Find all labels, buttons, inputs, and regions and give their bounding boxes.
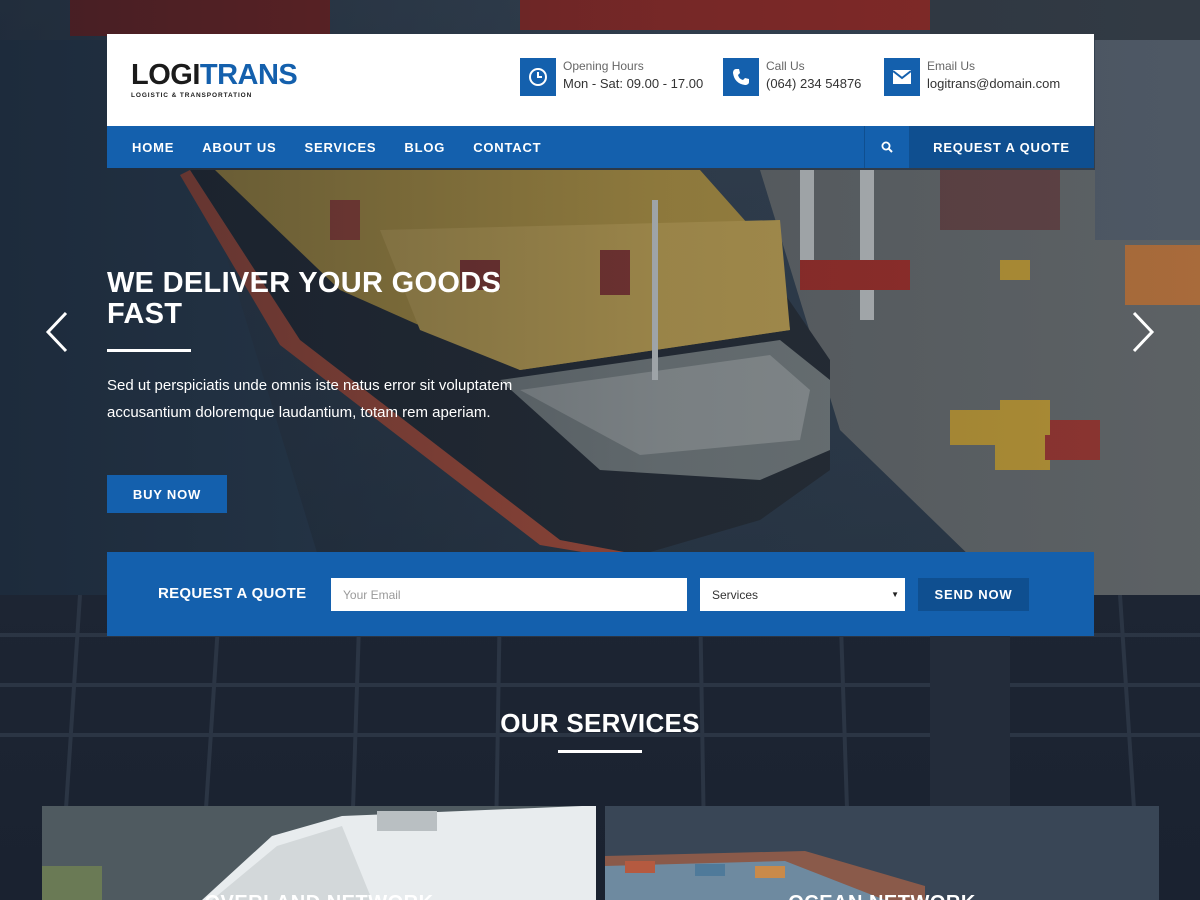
clock-icon <box>520 58 556 96</box>
opening-hours-value: Mon - Sat: 09.00 - 17.00 <box>563 76 704 91</box>
nav-item-about-us[interactable]: ABOUT US <box>202 140 276 155</box>
search-button[interactable] <box>864 126 909 168</box>
phone-icon <box>723 58 759 96</box>
chevron-left-icon <box>45 311 68 353</box>
hero-divider <box>107 349 191 352</box>
service-card-title: OCEAN NETWORK <box>605 892 1159 900</box>
hero-title: WE DELIVER YOUR GOODS FAST <box>107 267 502 330</box>
services-select[interactable]: Services ▼ <box>700 578 905 611</box>
nav-item-home[interactable]: HOME <box>132 140 174 155</box>
logo-text-accent: TRANS <box>199 59 298 91</box>
main-nav: HOME ABOUT US SERVICES BLOG CONTACT REQU… <box>107 126 1094 168</box>
logo[interactable]: LOGITRANS LOGISTIC & TRANSPORTATION <box>131 59 298 99</box>
buy-now-button[interactable]: BUY NOW <box>107 475 227 513</box>
email-value[interactable]: logitrans@domain.com <box>927 74 1060 94</box>
nav-item-contact[interactable]: CONTACT <box>473 140 541 155</box>
service-card-ocean[interactable]: OCEAN NETWORK <box>605 806 1159 900</box>
quote-form-label: REQUEST A QUOTE <box>158 585 307 602</box>
slider-prev-arrow[interactable] <box>42 310 72 354</box>
quote-form: REQUEST A QUOTE Services ▼ SEND NOW <box>107 552 1094 636</box>
slider-next-arrow[interactable] <box>1128 310 1158 354</box>
opening-hours-label: Opening Hours <box>563 59 644 73</box>
opening-hours-info: Opening Hours Mon - Sat: 09.00 - 17.00 <box>520 58 703 96</box>
send-now-button[interactable]: SEND NOW <box>918 578 1029 611</box>
logo-text-primary: LOGI <box>131 59 200 91</box>
services-section-title: OUR SERVICES <box>500 708 700 738</box>
phone-label: Call Us <box>766 59 805 73</box>
email-label: Email Us <box>927 59 976 73</box>
email-field[interactable] <box>331 578 687 611</box>
request-quote-button[interactable]: REQUEST A QUOTE <box>909 126 1094 168</box>
logo-tagline: LOGISTIC & TRANSPORTATION <box>131 92 253 99</box>
caret-down-icon: ▼ <box>891 590 899 599</box>
email-info: Email Us logitrans@domain.com <box>884 58 1060 96</box>
service-card-title: OVERLAND NETWORK <box>42 892 596 900</box>
phone-info: Call Us (064) 234 54876 <box>723 58 861 96</box>
envelope-icon <box>884 58 920 96</box>
nav-item-services[interactable]: SERVICES <box>305 140 377 155</box>
search-icon <box>881 141 893 153</box>
phone-value[interactable]: (064) 234 54876 <box>766 74 861 94</box>
nav-item-blog[interactable]: BLOG <box>404 140 445 155</box>
hero-text: Sed ut perspiciatis unde omnis iste natu… <box>107 377 513 421</box>
service-card-overland[interactable]: OVERLAND NETWORK <box>42 806 596 900</box>
chevron-right-icon <box>1132 311 1155 353</box>
services-select-value: Services <box>712 587 759 602</box>
site-header: LOGITRANS LOGISTIC & TRANSPORTATION Open… <box>107 34 1094 126</box>
nav-menu: HOME ABOUT US SERVICES BLOG CONTACT <box>132 126 569 168</box>
services-divider <box>558 750 642 753</box>
